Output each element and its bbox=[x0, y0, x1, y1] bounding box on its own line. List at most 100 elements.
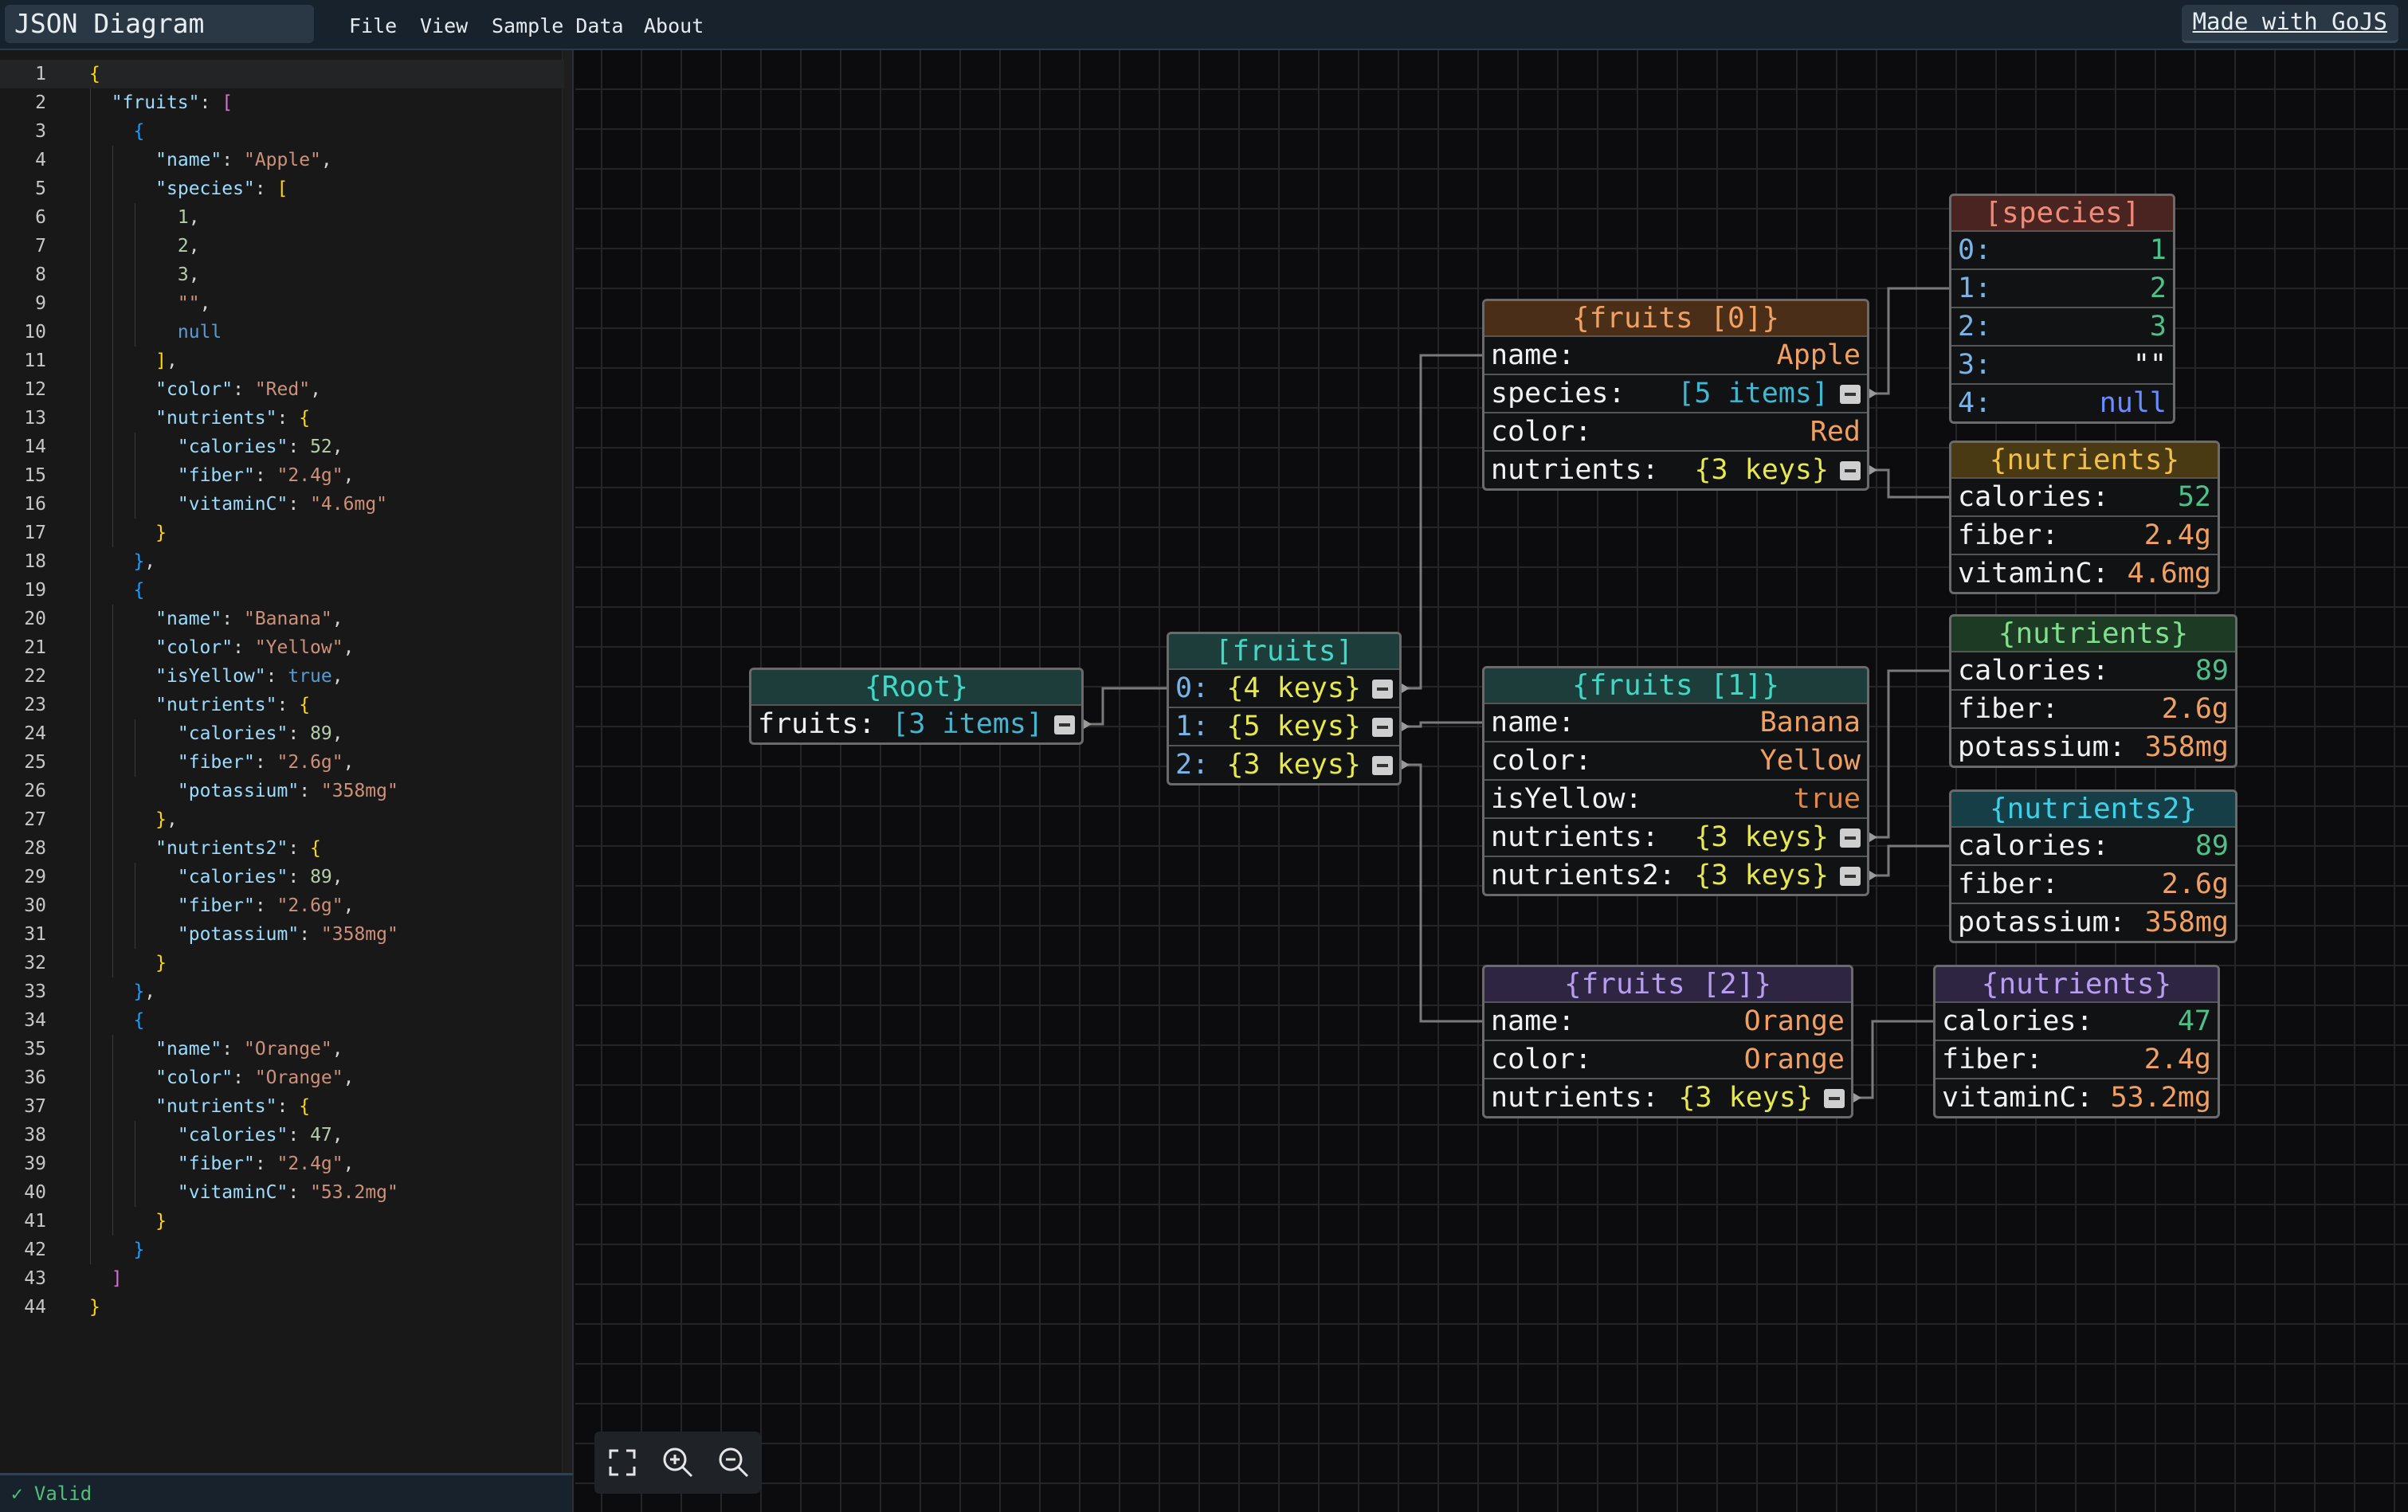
line-number: 26 bbox=[24, 781, 46, 801]
code-text: 2, bbox=[177, 236, 200, 257]
code-line[interactable]: 26 "potassium": "358mg" bbox=[0, 777, 564, 805]
code-line[interactable]: 40 "vitaminC": "53.2mg" bbox=[0, 1178, 564, 1207]
collapse-button[interactable] bbox=[1372, 718, 1393, 737]
code-line[interactable]: 43 ] bbox=[0, 1264, 564, 1293]
collapse-button[interactable] bbox=[1824, 1089, 1845, 1108]
code-line[interactable]: 1{ bbox=[0, 60, 564, 88]
menu-file[interactable]: File bbox=[349, 0, 397, 50]
node-row: potassium: 358mg bbox=[1951, 904, 2235, 941]
line-number: 13 bbox=[24, 408, 46, 429]
code-line[interactable]: 36 "color": "Orange", bbox=[0, 1063, 564, 1092]
row-value: 2.4g bbox=[2143, 519, 2211, 551]
code-line[interactable]: 25 "fiber": "2.6g", bbox=[0, 748, 564, 777]
node-fruits[interactable]: [fruits] 0: {4 keys} 1: {5 keys} 2: {3 keys} bbox=[1167, 632, 1402, 785]
code-line[interactable]: 3 { bbox=[0, 117, 564, 146]
code-line[interactable]: 6 1, bbox=[0, 203, 564, 232]
code-line[interactable]: 4 "name": "Apple", bbox=[0, 146, 564, 174]
code-line[interactable]: 19 { bbox=[0, 576, 564, 605]
code-line[interactable]: 44} bbox=[0, 1293, 564, 1322]
collapse-button[interactable] bbox=[1372, 756, 1393, 775]
code-line[interactable]: 37 "nutrients": { bbox=[0, 1092, 564, 1121]
code-text: "color": "Red", bbox=[155, 379, 321, 400]
code-text: } bbox=[155, 1211, 167, 1232]
app-title: JSON Diagram Editor bbox=[5, 5, 314, 77]
collapse-button[interactable] bbox=[1372, 680, 1393, 699]
diagram-canvas[interactable]: {Root} fruits: [3 items] [fruits] 0: {4 keys}… bbox=[575, 50, 2408, 1512]
link-arrow bbox=[1853, 1093, 1861, 1103]
node-fruits0[interactable]: {fruits [0]} name: Apple species: [5 items] c… bbox=[1482, 299, 1869, 491]
code-line[interactable]: 8 3, bbox=[0, 260, 564, 289]
zoom-in-icon[interactable] bbox=[658, 1443, 698, 1483]
code-line[interactable]: 41 } bbox=[0, 1207, 564, 1236]
code-line[interactable]: 13 "nutrients": { bbox=[0, 404, 564, 433]
code-line[interactable]: 32 } bbox=[0, 949, 564, 977]
code-line[interactable]: 14 "calories": 52, bbox=[0, 433, 564, 461]
made-with-gojs-link[interactable]: Made with GoJS bbox=[2181, 5, 2398, 43]
code-line[interactable]: 16 "vitaminC": "4.6mg" bbox=[0, 490, 564, 519]
code-line[interactable]: 31 "potassium": "358mg" bbox=[0, 920, 564, 949]
row-key: 0: bbox=[1958, 234, 1992, 266]
code-line[interactable]: 20 "name": "Banana", bbox=[0, 605, 564, 633]
indent-guide bbox=[112, 146, 113, 547]
node-row: isYellow: true bbox=[1484, 781, 1867, 819]
collapse-button[interactable] bbox=[1840, 461, 1861, 480]
link-line bbox=[1402, 763, 1482, 1023]
node-title: {nutrients} bbox=[1935, 967, 2218, 1003]
code-line[interactable]: 22 "isYellow": true, bbox=[0, 662, 564, 691]
zoom-toolbar bbox=[594, 1432, 760, 1494]
code-line[interactable]: 29 "calories": 89, bbox=[0, 863, 564, 891]
collapse-button[interactable] bbox=[1840, 867, 1861, 886]
node-row: name: Apple bbox=[1484, 337, 1867, 375]
code-line[interactable]: 39 "fiber": "2.4g", bbox=[0, 1150, 564, 1178]
collapse-button[interactable] bbox=[1840, 828, 1861, 848]
node-nut0[interactable]: {nutrients} calories: 52 fiber: 2.4g vitaminC… bbox=[1949, 441, 2220, 594]
code-line[interactable]: 15 "fiber": "2.4g", bbox=[0, 461, 564, 490]
collapse-button[interactable] bbox=[1840, 385, 1861, 404]
line-number: 25 bbox=[24, 752, 46, 773]
code-line[interactable]: 11 ], bbox=[0, 347, 564, 375]
node-nut1b[interactable]: {nutrients2} calories: 89 fiber: 2.6g potassi… bbox=[1949, 789, 2237, 943]
code-line[interactable]: 18 }, bbox=[0, 547, 564, 576]
row-value: 89 bbox=[2194, 830, 2229, 862]
node-fruits1[interactable]: {fruits [1]} name: Banana color: Yellow isYel… bbox=[1482, 666, 1869, 896]
code-line[interactable]: 35 "name": "Orange", bbox=[0, 1035, 564, 1063]
zoom-out-icon[interactable] bbox=[714, 1443, 754, 1483]
code-text: "potassium": "358mg" bbox=[177, 924, 398, 945]
node-nut2[interactable]: {nutrients} calories: 47 fiber: 2.4g vitaminC… bbox=[1933, 965, 2220, 1118]
node-row: name: Orange bbox=[1484, 1003, 1851, 1041]
node-fruits2[interactable]: {fruits [2]} name: Orange color: Orange nutri… bbox=[1482, 965, 1853, 1118]
code-line[interactable]: 38 "calories": 47, bbox=[0, 1121, 564, 1150]
line-number: 38 bbox=[24, 1125, 46, 1146]
code-text: "fiber": "2.4g", bbox=[177, 1154, 355, 1174]
line-number: 9 bbox=[35, 293, 46, 314]
code-line[interactable]: 30 "fiber": "2.6g", bbox=[0, 891, 564, 920]
node-title: [fruits] bbox=[1169, 634, 1399, 670]
node-nut1[interactable]: {nutrients} calories: 89 fiber: 2.6g potassiu… bbox=[1949, 614, 2237, 768]
code-line[interactable]: 21 "color": "Yellow", bbox=[0, 633, 564, 662]
code-line[interactable]: 2 "fruits": [ bbox=[0, 88, 564, 117]
row-value: 53.2mg bbox=[2110, 1082, 2211, 1114]
code-line[interactable]: 24 "calories": 89, bbox=[0, 719, 564, 748]
code-line[interactable]: 34 { bbox=[0, 1006, 564, 1035]
code-line[interactable]: 5 "species": [ bbox=[0, 174, 564, 203]
menu-view[interactable]: View bbox=[420, 0, 468, 50]
code-text: 1, bbox=[177, 207, 200, 228]
code-line[interactable]: 28 "nutrients2": { bbox=[0, 834, 564, 863]
code-line[interactable]: 10 null bbox=[0, 318, 564, 347]
menu-about[interactable]: About bbox=[644, 0, 704, 50]
fullscreen-icon[interactable] bbox=[602, 1443, 642, 1483]
code-line[interactable]: 23 "nutrients": { bbox=[0, 691, 564, 719]
node-root[interactable]: {Root} fruits: [3 items] bbox=[749, 668, 1084, 745]
code-line[interactable]: 27 }, bbox=[0, 805, 564, 834]
code-line[interactable]: 12 "color": "Red", bbox=[0, 375, 564, 404]
node-species[interactable]: [species] 0: 1 1: 2 2: 3 3: "" 4: null bbox=[1949, 194, 2175, 424]
collapse-button[interactable] bbox=[1054, 715, 1075, 734]
code-line[interactable]: 17 } bbox=[0, 519, 564, 547]
json-code-editor[interactable]: 1{2 "fruits": [3 {4 "name": "Apple", 5 "s… bbox=[0, 50, 574, 1473]
code-line[interactable]: 7 2, bbox=[0, 232, 564, 260]
node-row: color: Red bbox=[1484, 413, 1867, 452]
code-line[interactable]: 9 "", bbox=[0, 289, 564, 318]
menu-sample-data[interactable]: Sample Data bbox=[492, 0, 624, 50]
code-line[interactable]: 42 } bbox=[0, 1236, 564, 1264]
code-line[interactable]: 33 }, bbox=[0, 977, 564, 1006]
